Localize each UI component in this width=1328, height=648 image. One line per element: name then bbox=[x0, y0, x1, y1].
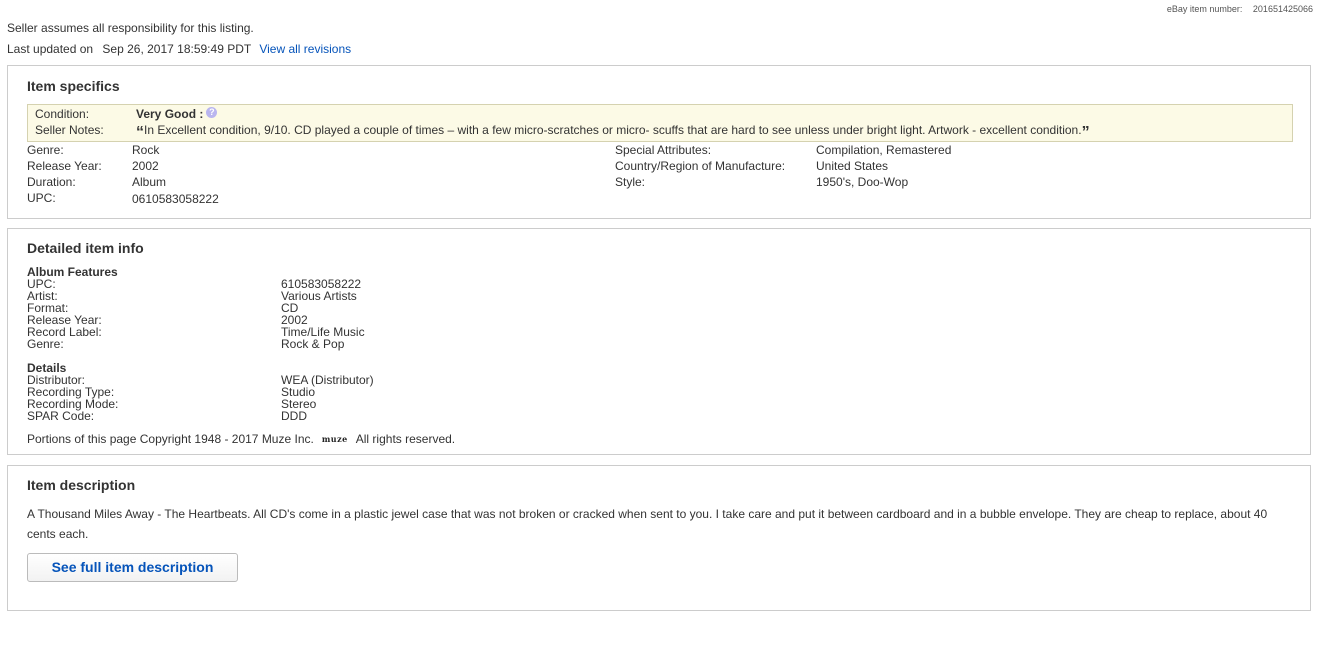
spec-label-special-attributes: Special Attributes: bbox=[615, 143, 712, 157]
condition-label: Condition: bbox=[35, 107, 90, 121]
spec-value-duration: Album bbox=[132, 175, 167, 189]
spec-value-country: United States bbox=[816, 159, 889, 173]
info-icon[interactable]: ? bbox=[206, 107, 218, 118]
spec-label-country: Country/Region of Manufacture: bbox=[615, 159, 786, 173]
spec-value-upc: 0610583058222 bbox=[132, 192, 219, 206]
condition-value: Very Good : bbox=[136, 107, 204, 121]
copyright-prefix: Portions of this page Copyright 1948 - 2… bbox=[27, 432, 314, 446]
item-specifics-panel: Item specifics Condition: Very Good :? S… bbox=[7, 65, 1311, 219]
copyright-suffix: All rights reserved. bbox=[355, 432, 456, 446]
detailed-item-info-title: Detailed item info bbox=[27, 240, 144, 256]
copyright-notice: Portions of this page Copyright 1948 - 2… bbox=[27, 432, 455, 446]
spec-value-style: 1950's, Doo-Wop bbox=[816, 175, 909, 189]
seller-notes-wrap: “In Excellent condition, 9/10. CD played… bbox=[136, 123, 1090, 141]
item-description-title: Item description bbox=[27, 477, 136, 493]
condition-value-wrap: Very Good :? bbox=[136, 107, 218, 121]
item-number-label: eBay item number: bbox=[1166, 4, 1243, 14]
spec-label-style: Style: bbox=[615, 175, 646, 189]
detail-value-spar-code: DDD bbox=[281, 409, 307, 423]
open-quote-icon: “ bbox=[136, 124, 144, 141]
detail-label-genre: Genre: bbox=[27, 337, 64, 351]
detail-label-spar-code: SPAR Code: bbox=[27, 409, 95, 423]
spec-label-genre: Genre: bbox=[27, 143, 64, 157]
close-quote-icon: ” bbox=[1081, 124, 1090, 141]
view-all-revisions-link[interactable]: View all revisions bbox=[259, 42, 351, 56]
item-specifics-title: Item specifics bbox=[27, 78, 120, 94]
detail-value-genre: Rock & Pop bbox=[281, 337, 345, 351]
spec-label-duration: Duration: bbox=[27, 175, 76, 189]
item-description-panel: Item description A Thousand Miles Away -… bbox=[7, 465, 1311, 611]
item-description-text: A Thousand Miles Away - The Heartbeats. … bbox=[27, 507, 1268, 541]
last-updated: Last updated on Sep 26, 2017 18:59:49 PD… bbox=[7, 42, 351, 56]
spec-value-special-attributes: Compilation, Remastered bbox=[816, 143, 952, 157]
condition-box: Condition: Very Good :? Seller Notes: “I… bbox=[27, 104, 1293, 142]
detailed-item-info-panel: Detailed item info Album Features UPC: 6… bbox=[7, 228, 1311, 455]
seller-notes-label: Seller Notes: bbox=[35, 123, 104, 137]
last-updated-label: Last updated on bbox=[7, 42, 94, 56]
spec-label-release-year: Release Year: bbox=[27, 159, 102, 173]
spec-label-upc: UPC: bbox=[27, 191, 56, 205]
muze-logo: muze bbox=[321, 434, 348, 444]
seller-notes-text: In Excellent condition, 9/10. CD played … bbox=[144, 123, 1082, 137]
spec-value-genre: Rock bbox=[132, 143, 160, 157]
see-full-description-button[interactable]: See full item description bbox=[27, 553, 238, 582]
spec-value-release-year: 2002 bbox=[132, 159, 159, 173]
ebay-item-number: eBay item number: 201651425066 bbox=[1167, 4, 1313, 14]
item-number-value: 201651425066 bbox=[1252, 4, 1313, 14]
seller-responsibility-notice: Seller assumes all responsibility for th… bbox=[7, 21, 254, 35]
last-updated-date: Sep 26, 2017 18:59:49 PDT bbox=[102, 42, 251, 56]
